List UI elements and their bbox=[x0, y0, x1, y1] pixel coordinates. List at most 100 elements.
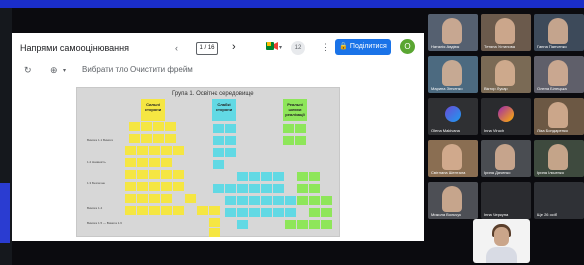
sticky-note[interactable] bbox=[173, 170, 184, 179]
sticky-note[interactable] bbox=[249, 208, 260, 217]
clear-frame-button[interactable]: Очистити фрейм bbox=[130, 65, 193, 74]
sticky-note[interactable] bbox=[309, 208, 320, 217]
sticky-note[interactable] bbox=[125, 146, 136, 155]
sticky-note[interactable] bbox=[137, 194, 148, 203]
sticky-note[interactable] bbox=[297, 196, 308, 205]
sticky-note[interactable] bbox=[237, 208, 248, 217]
sticky-note[interactable] bbox=[149, 206, 160, 215]
sticky-note[interactable] bbox=[285, 208, 296, 217]
sticky-note[interactable] bbox=[225, 124, 236, 133]
participant-tile[interactable]: Наталія Авдіюк bbox=[428, 14, 478, 51]
sticky-note[interactable] bbox=[125, 158, 136, 167]
sticky-note[interactable] bbox=[141, 134, 152, 143]
sticky-note[interactable] bbox=[225, 208, 236, 217]
sticky-note[interactable] bbox=[213, 136, 224, 145]
sticky-note[interactable] bbox=[283, 136, 294, 145]
collaborators-badge[interactable]: 12 bbox=[291, 41, 305, 55]
sticky-note[interactable] bbox=[209, 218, 220, 227]
redo-icon[interactable]: ↻ bbox=[24, 65, 32, 75]
sticky-note[interactable] bbox=[209, 228, 220, 237]
sticky-note[interactable] bbox=[285, 220, 296, 229]
sticky-note[interactable] bbox=[137, 158, 148, 167]
sticky-note[interactable] bbox=[165, 122, 176, 131]
sticky-note[interactable] bbox=[173, 182, 184, 191]
participant-tile[interactable]: Олена Білецька bbox=[534, 56, 584, 93]
jamboard-canvas[interactable]: Група 1. Освітнє середовище Сильні сторо… bbox=[76, 87, 340, 237]
sticky-note[interactable] bbox=[137, 170, 148, 179]
self-view-tile[interactable] bbox=[473, 219, 530, 263]
sticky-note[interactable] bbox=[149, 182, 160, 191]
sticky-note[interactable] bbox=[149, 146, 160, 155]
sticky-note[interactable] bbox=[141, 122, 152, 131]
sticky-note[interactable] bbox=[295, 124, 306, 133]
sticky-note[interactable] bbox=[295, 136, 306, 145]
sticky-note[interactable] bbox=[321, 220, 332, 229]
sticky-note[interactable] bbox=[129, 134, 140, 143]
sticky-note[interactable] bbox=[213, 160, 224, 169]
sticky-note[interactable] bbox=[321, 208, 332, 217]
prev-page-icon[interactable]: ‹ bbox=[175, 43, 178, 53]
sticky-note[interactable] bbox=[185, 194, 196, 203]
next-page-icon[interactable]: › bbox=[232, 42, 236, 53]
sticky-note[interactable] bbox=[161, 170, 172, 179]
sticky-note[interactable] bbox=[161, 206, 172, 215]
sticky-note[interactable] bbox=[249, 184, 260, 193]
sticky-note[interactable] bbox=[225, 136, 236, 145]
sticky-note[interactable] bbox=[137, 146, 148, 155]
sticky-note[interactable] bbox=[273, 172, 284, 181]
sticky-note[interactable] bbox=[161, 194, 172, 203]
sticky-note[interactable] bbox=[321, 196, 332, 205]
sticky-note[interactable] bbox=[309, 196, 320, 205]
sticky-note[interactable] bbox=[261, 196, 272, 205]
sticky-note[interactable] bbox=[209, 206, 220, 215]
sticky-note[interactable] bbox=[173, 206, 184, 215]
participant-tile[interactable]: Тетяна Устинова bbox=[481, 14, 531, 51]
participant-tile[interactable]: Микола Вольчук bbox=[428, 182, 478, 219]
sticky-note[interactable] bbox=[125, 206, 136, 215]
sticky-note[interactable] bbox=[161, 146, 172, 155]
sticky-note[interactable] bbox=[225, 196, 236, 205]
sticky-note[interactable] bbox=[125, 182, 136, 191]
participant-tile[interactable]: Inna Viruch bbox=[481, 98, 531, 135]
share-button[interactable]: 🔒 Поділитися bbox=[335, 39, 391, 55]
sticky-note[interactable] bbox=[249, 172, 260, 181]
participant-tile[interactable]: Ганна Панченко bbox=[534, 14, 584, 51]
participant-tile[interactable]: Інна Черкуна bbox=[481, 182, 531, 219]
sticky-note[interactable] bbox=[297, 220, 308, 229]
sticky-note[interactable] bbox=[125, 170, 136, 179]
sticky-note[interactable] bbox=[153, 134, 164, 143]
sticky-note[interactable] bbox=[261, 184, 272, 193]
participant-tile[interactable]: Ще 26 осіб bbox=[534, 182, 584, 219]
sticky-note[interactable] bbox=[237, 196, 248, 205]
sticky-note[interactable] bbox=[125, 194, 136, 203]
page-indicator[interactable]: 1 / 16 bbox=[196, 42, 218, 55]
sticky-note[interactable] bbox=[273, 196, 284, 205]
sticky-note[interactable] bbox=[273, 208, 284, 217]
sticky-note[interactable] bbox=[283, 124, 294, 133]
sticky-note[interactable] bbox=[129, 122, 140, 131]
sticky-note[interactable] bbox=[137, 206, 148, 215]
sticky-note[interactable] bbox=[197, 206, 208, 215]
sticky-note[interactable] bbox=[237, 172, 248, 181]
participant-tile[interactable]: Ліза Бондаренко bbox=[534, 98, 584, 135]
sticky-note[interactable] bbox=[285, 196, 296, 205]
participant-tile[interactable]: Світлана Шептала bbox=[428, 140, 478, 177]
sticky-note[interactable] bbox=[273, 184, 284, 193]
sticky-note[interactable] bbox=[153, 122, 164, 131]
participant-tile[interactable]: Ірина Дяченко bbox=[481, 140, 531, 177]
sticky-note[interactable] bbox=[309, 220, 320, 229]
sticky-note[interactable] bbox=[213, 184, 224, 193]
zoom-chevron-icon[interactable]: ▾ bbox=[63, 66, 66, 76]
participant-tile[interactable]: Olena Makivana bbox=[428, 98, 478, 135]
account-avatar[interactable]: O bbox=[400, 39, 415, 54]
sticky-note[interactable] bbox=[225, 148, 236, 157]
participant-tile[interactable]: Ірина Ільченко bbox=[534, 140, 584, 177]
more-vert-icon[interactable]: ⋮ bbox=[321, 42, 330, 52]
sticky-note[interactable] bbox=[225, 184, 236, 193]
sticky-note[interactable] bbox=[213, 148, 224, 157]
sticky-note[interactable] bbox=[297, 184, 308, 193]
sticky-note[interactable] bbox=[309, 172, 320, 181]
chevron-down-icon[interactable]: ▾ bbox=[279, 43, 282, 53]
meet-present-icon[interactable] bbox=[266, 41, 278, 54]
sticky-note[interactable] bbox=[237, 184, 248, 193]
